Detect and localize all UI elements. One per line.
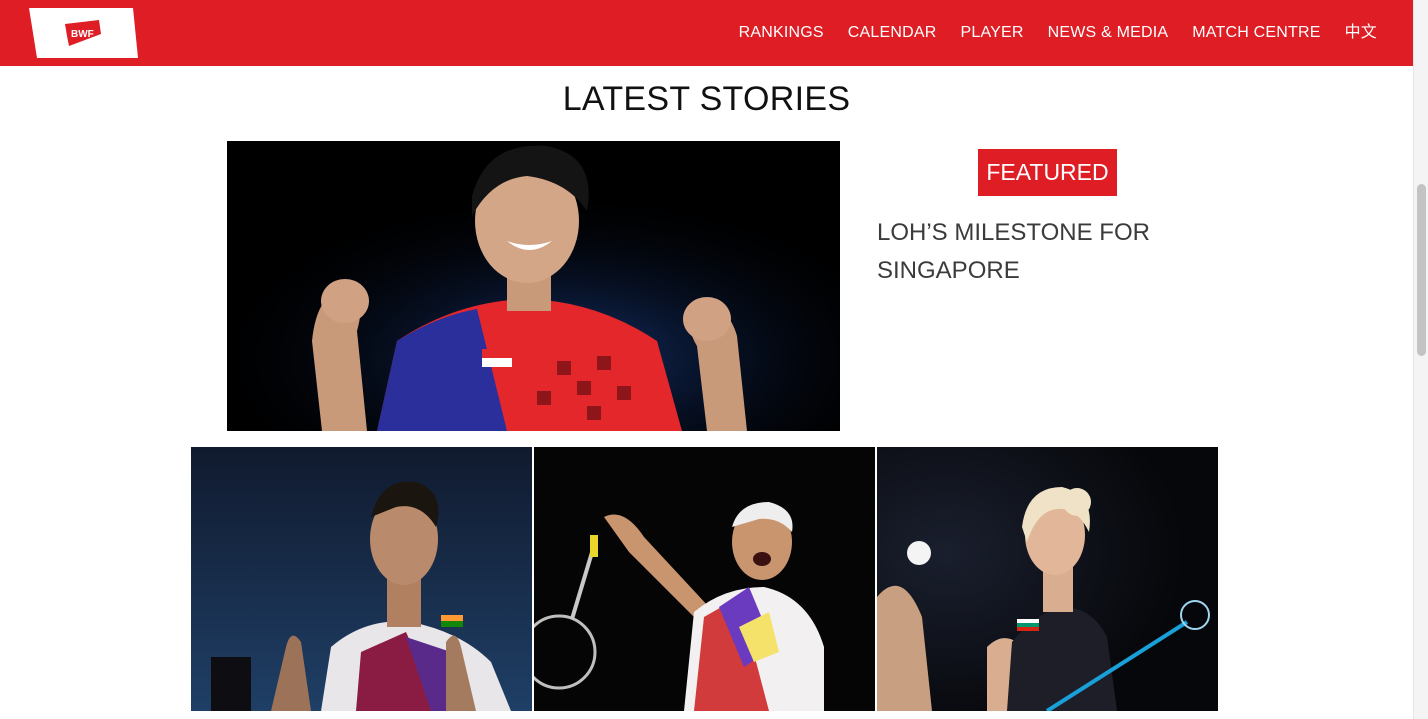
section-title: LATEST STORIES xyxy=(562,80,851,118)
nav-item-news-media[interactable]: NEWS & MEDIA xyxy=(1048,0,1169,66)
nav-item-calendar[interactable]: CALENDAR xyxy=(848,0,937,66)
featured-headline-link[interactable]: LOH’S MILESTONE FOR SINGAPORE xyxy=(877,214,1197,290)
story-card-2-image[interactable] xyxy=(534,447,875,711)
scrollbar-thumb[interactable] xyxy=(1417,184,1426,356)
top-navigation-bar: BWF RANKINGS CALENDAR PLAYER NEWS & MEDI… xyxy=(0,0,1413,66)
nav-item-player[interactable]: PLAYER xyxy=(960,0,1023,66)
story-card-1-image[interactable] xyxy=(191,447,532,711)
nav-item-rankings[interactable]: RANKINGS xyxy=(739,0,824,66)
bwf-logo[interactable]: BWF xyxy=(29,8,138,58)
featured-story-image[interactable] xyxy=(227,141,840,431)
featured-badge: FEATURED xyxy=(978,149,1117,196)
main-nav: RANKINGS CALENDAR PLAYER NEWS & MEDIA MA… xyxy=(739,0,1377,66)
nav-item-chinese[interactable]: 中文 xyxy=(1345,0,1377,66)
nav-item-match-centre[interactable]: MATCH CENTRE xyxy=(1192,0,1320,66)
svg-text:BWF: BWF xyxy=(71,29,94,40)
page-scrollbar[interactable] xyxy=(1413,0,1428,719)
story-card-3-image[interactable] xyxy=(877,447,1218,711)
